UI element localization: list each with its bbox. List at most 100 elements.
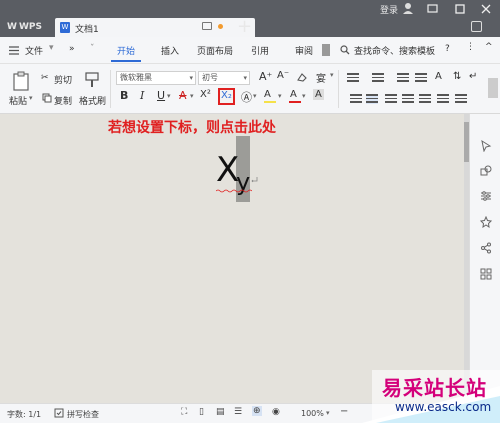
skin-icon[interactable] xyxy=(427,3,438,14)
underline-dropdown-icon[interactable]: ▾ xyxy=(167,92,171,100)
star-icon[interactable] xyxy=(480,216,492,228)
screen-icon[interactable] xyxy=(202,22,212,30)
hamburger-icon[interactable] xyxy=(9,46,19,55)
clear-format-icon[interactable] xyxy=(296,72,307,82)
adjust-icon[interactable] xyxy=(480,190,492,202)
increase-indent-icon[interactable] xyxy=(415,73,427,83)
char-shading-button[interactable]: A xyxy=(313,89,324,100)
highlight-button[interactable]: A xyxy=(264,89,276,103)
bold-button[interactable]: B xyxy=(120,89,128,102)
menu-file[interactable]: 文件 xyxy=(25,44,43,57)
tab-page-layout[interactable]: 页面布局 xyxy=(197,44,233,57)
tab-references[interactable]: 引用 xyxy=(251,44,269,57)
numbered-list-icon[interactable] xyxy=(372,73,384,83)
login-link[interactable]: 登录 xyxy=(380,3,398,16)
pointer-icon[interactable] xyxy=(480,140,492,152)
underline-button[interactable]: U xyxy=(157,89,165,102)
title-bar: W WPS W 文档1 + 登录 xyxy=(0,0,500,37)
font-size-select[interactable]: 初号 ▾ xyxy=(198,71,250,85)
collapse-ribbon-icon[interactable]: ^ xyxy=(485,42,493,52)
distribute-icon[interactable] xyxy=(419,94,431,104)
maximize-icon[interactable] xyxy=(455,4,465,14)
paste-label[interactable]: 粘贴 xyxy=(9,94,27,107)
phonetic-dropdown-icon[interactable]: ▾ xyxy=(330,71,334,79)
search-icon xyxy=(340,45,350,55)
active-tab-indicator xyxy=(111,60,141,62)
new-tab-button[interactable]: + xyxy=(237,17,252,37)
grow-font-icon[interactable]: A⁺ xyxy=(259,70,272,83)
text-effect-dropdown-icon[interactable]: ▾ xyxy=(253,92,257,100)
tab-insert[interactable]: 插入 xyxy=(161,44,179,57)
copy-button[interactable]: 复制 xyxy=(54,94,72,107)
highlight-label: A xyxy=(264,89,271,100)
document-tab[interactable]: W 文档1 xyxy=(55,18,255,37)
highlight-color-swatch xyxy=(264,101,276,103)
decrease-indent-icon[interactable] xyxy=(397,73,409,83)
justify-icon[interactable] xyxy=(402,94,414,104)
watermark-url: www.easck.com xyxy=(395,400,492,414)
page-view-icon[interactable]: ▤ xyxy=(216,407,225,417)
subscript-label: X₂ xyxy=(221,90,232,101)
zoom-level[interactable]: 100% xyxy=(301,409,324,418)
fullscreen-icon[interactable]: ⛶ xyxy=(181,407,187,417)
sidebar-toggle-icon[interactable] xyxy=(471,21,482,32)
close-icon[interactable] xyxy=(481,4,491,14)
text-effect-button[interactable]: Ⓐ xyxy=(241,89,252,105)
align-center-icon[interactable] xyxy=(366,94,378,104)
share-icon[interactable] xyxy=(480,242,492,254)
collapse-chevron-icon[interactable]: ˇ xyxy=(90,44,95,54)
align-right-icon[interactable] xyxy=(385,94,397,104)
eye-protect-icon[interactable]: ◉ xyxy=(272,407,280,417)
file-dropdown-icon[interactable]: ▾ xyxy=(49,43,54,53)
ribbon-separator xyxy=(110,70,111,108)
chinese-layout-icon[interactable]: A xyxy=(435,71,442,82)
shrink-font-icon[interactable]: A⁻ xyxy=(277,70,289,81)
subscript-button[interactable]: X₂ xyxy=(218,88,235,105)
zoom-out-button[interactable]: − xyxy=(340,406,348,417)
web-view-icon[interactable]: ⊕ xyxy=(252,406,262,416)
shapes-icon[interactable] xyxy=(480,165,492,177)
outline-view-icon[interactable]: ☰ xyxy=(234,407,242,417)
sort-icon[interactable]: ⇅ xyxy=(453,71,461,82)
shading-icon[interactable] xyxy=(455,94,467,104)
command-search-input[interactable]: 查找命令、搜索模板 xyxy=(354,44,435,57)
format-painter-icon[interactable] xyxy=(84,71,100,89)
font-size-value: 初号 xyxy=(202,73,218,82)
font-color-button[interactable]: A xyxy=(289,89,301,103)
align-left-icon[interactable] xyxy=(350,94,362,104)
user-avatar-icon[interactable] xyxy=(402,2,414,14)
font-color-swatch xyxy=(289,101,301,103)
paste-icon[interactable] xyxy=(12,71,30,91)
menu-more[interactable]: » xyxy=(69,44,75,54)
line-spacing-icon[interactable] xyxy=(437,94,449,104)
more-options-icon[interactable]: ⋮ xyxy=(466,42,475,52)
phonetic-guide-icon[interactable]: 宴 xyxy=(316,70,326,85)
read-mode-icon[interactable]: ▯ xyxy=(199,407,204,417)
format-painter-label[interactable]: 格式刷 xyxy=(79,94,106,107)
tab-home[interactable]: 开始 xyxy=(117,44,135,57)
tab-review[interactable]: 审阅 xyxy=(295,44,313,57)
menu-scroll-right-icon[interactable] xyxy=(322,44,330,56)
strike-dropdown-icon[interactable]: ▾ xyxy=(190,92,194,100)
italic-button[interactable]: I xyxy=(140,89,144,102)
font-color-dropdown-icon[interactable]: ▾ xyxy=(302,92,306,100)
strikethrough-button[interactable]: A xyxy=(179,89,187,102)
help-button[interactable]: ? xyxy=(445,44,450,54)
scissors-icon[interactable]: ✂ xyxy=(41,73,49,83)
paste-dropdown-icon[interactable]: ▾ xyxy=(29,94,33,102)
highlight-dropdown-icon[interactable]: ▾ xyxy=(278,92,282,100)
word-count[interactable]: 字数: 1/1 xyxy=(7,409,41,420)
spellcheck-icon[interactable] xyxy=(54,408,64,418)
copy-icon[interactable] xyxy=(42,93,52,103)
ribbon-scroll-right-icon[interactable] xyxy=(488,78,498,98)
bullet-list-icon[interactable] xyxy=(347,73,359,83)
zoom-dropdown-icon[interactable]: ▾ xyxy=(326,409,330,417)
show-marks-icon[interactable]: ↵ xyxy=(469,71,477,82)
cut-button[interactable]: 剪切 xyxy=(54,73,72,86)
wps-logo[interactable]: W WPS xyxy=(7,22,42,32)
font-color-label: A xyxy=(290,89,297,100)
superscript-button[interactable]: X² xyxy=(200,89,211,100)
spellcheck-button[interactable]: 拼写检查 xyxy=(67,409,99,420)
apps-grid-icon[interactable] xyxy=(480,268,492,280)
font-name-select[interactable]: 微软雅黑 ▾ xyxy=(116,71,196,85)
